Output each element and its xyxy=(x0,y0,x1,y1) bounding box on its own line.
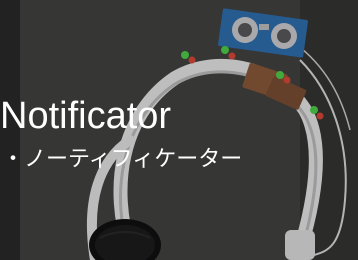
page-title: Notificator xyxy=(0,95,172,137)
photo-frame: Notificator ・ノーティフィケーター xyxy=(0,0,358,260)
page-subtitle: ・ノーティフィケーター xyxy=(2,147,243,172)
